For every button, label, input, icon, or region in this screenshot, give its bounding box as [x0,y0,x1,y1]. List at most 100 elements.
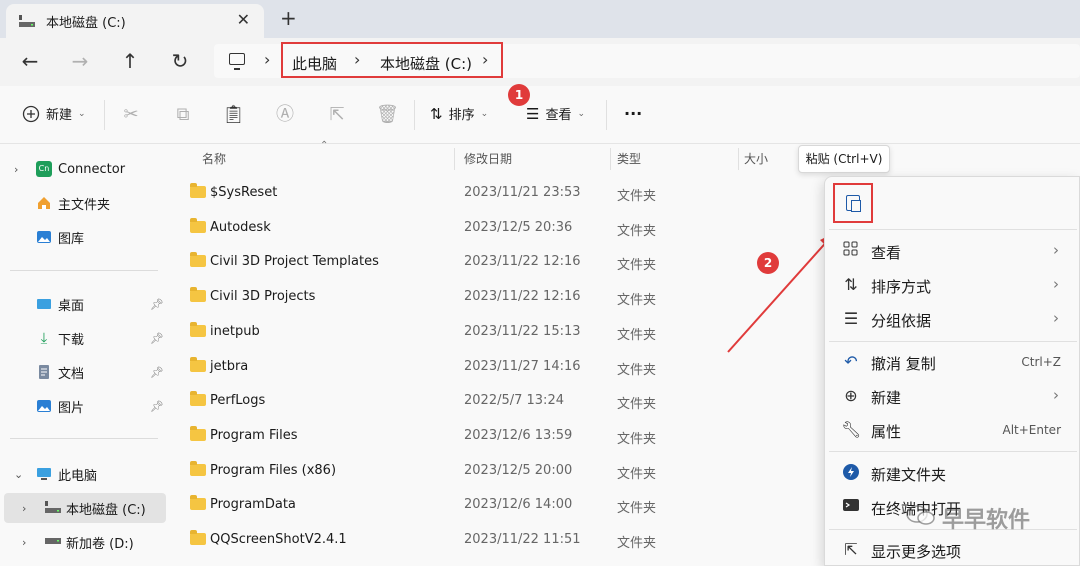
paste-tooltip: 粘贴 (Ctrl+V) [798,145,890,173]
file-name: ProgramData [210,497,296,513]
copy-icon[interactable]: ⧉ [172,104,194,126]
view-button[interactable]: ☰ 查看 ⌄ [526,104,585,124]
file-name: Program Files [210,427,298,443]
menu-item-view[interactable]: 查看 › [825,235,1080,267]
column-header-modified[interactable]: 修改日期 [464,150,512,167]
table-row[interactable]: ProgramData 2023/12/6 14:00 文件夹 [168,488,818,522]
chevron-down-icon[interactable]: ⌄ [14,468,23,481]
table-row[interactable]: Program Files (x86) 2023/12/5 20:00 文件夹 [168,454,818,488]
sort-label: 排序 [448,108,475,123]
wrench-icon: 🔧︎ [841,420,862,439]
pin-icon[interactable]: 📌︎ [150,298,164,311]
menu-item-new-folder[interactable]: 新建文件夹 [825,457,1080,489]
breadcrumb-this-pc[interactable]: 此电脑 [292,53,337,74]
table-row[interactable]: Program Files 2023/12/6 13:59 文件夹 [168,419,818,453]
column-separator[interactable] [610,148,611,170]
sort-button[interactable]: ⇅ 排序 ⌄ [430,104,489,124]
column-header-size[interactable]: 大小 [744,150,768,167]
chevron-right-icon[interactable]: › [14,163,18,176]
new-tab-button[interactable]: + [280,6,297,30]
menu-item-new[interactable]: ⊕ 新建 › [825,380,1080,412]
menu-item-group[interactable]: ☰ 分组依据 › [825,303,1080,335]
sidebar-item-label: 新加卷 (D:) [66,536,134,552]
divider [829,229,1077,230]
file-modified: 2023/11/22 12:16 [464,289,581,305]
file-modified: 2022/5/7 13:24 [464,393,564,409]
menu-item-properties[interactable]: 🔧︎ 属性 Alt+Enter [825,414,1080,446]
sidebar-item-new-volume-d[interactable]: › 新加卷 (D:) [0,527,168,557]
up-button[interactable]: ↑ [116,48,144,76]
column-separator[interactable] [738,148,739,170]
sidebar-item-downloads[interactable]: ⤓ 下载 📌︎ [0,323,168,353]
folder-icon [190,321,206,337]
table-row[interactable]: QQScreenShotV2.4.1 2023/11/22 11:51 文件夹 [168,523,818,557]
folder-icon [190,460,206,476]
folder-icon [190,252,206,268]
pin-icon[interactable]: 📌︎ [150,366,164,379]
back-button[interactable]: ← [16,48,44,76]
pin-icon[interactable]: 📌︎ [150,400,164,413]
share-icon[interactable]: ⇱ [326,104,348,126]
chevron-right-icon: › [354,50,361,69]
table-row[interactable]: $SysReset 2023/11/21 23:53 文件夹 [168,176,818,210]
menu-item-undo[interactable]: ↶ 撤消 复制 Ctrl+Z [825,346,1080,378]
file-modified: 2023/12/6 13:59 [464,427,573,443]
sidebar-item-connector[interactable]: › Cn Connector [0,154,168,184]
chevron-right-icon[interactable]: › [22,502,26,515]
delete-icon[interactable]: 🗑︎ [376,104,399,126]
pin-icon[interactable]: 📌︎ [150,332,164,345]
gallery-icon [36,229,52,245]
new-button[interactable]: 新建 ⌄ [22,104,86,123]
close-icon[interactable]: ✕ [237,10,250,29]
divider [10,270,158,271]
chevron-right-icon[interactable]: › [22,536,26,549]
file-name: Autodesk [210,219,271,235]
sidebar-item-pictures[interactable]: 图片 📌︎ [0,391,168,421]
file-name: jetbra [210,358,249,374]
column-header-type[interactable]: 类型 [617,150,641,167]
sidebar-item-gallery[interactable]: 图库 [0,222,168,252]
chevron-down-icon: ⌄ [480,108,489,119]
sidebar-item-home[interactable]: 主文件夹 [0,188,168,218]
tab-local-disk[interactable]: 本地磁盘 (C:) ✕ [6,4,264,38]
file-modified: 2023/11/22 15:13 [464,323,581,339]
sidebar-item-this-pc[interactable]: ⌄ 此电脑 [0,459,168,489]
menu-item-label: 新建文件夹 [871,466,947,484]
refresh-button[interactable]: ↻ [166,48,194,76]
paste-icon[interactable]: 📋︎ [222,104,245,126]
breadcrumb-local-disk[interactable]: 本地磁盘 (C:) [380,53,472,74]
drive-icon [18,14,36,28]
more-options-button[interactable]: ··· [624,104,642,123]
file-type: 文件夹 [617,501,657,517]
sort-icon: ⇅ [844,275,858,294]
column-separator[interactable] [454,148,455,170]
sidebar-item-label: 桌面 [58,298,85,314]
sidebar-item-label: 主文件夹 [58,197,111,213]
column-header-name[interactable]: 名称 [202,150,226,167]
folder-icon [190,217,206,233]
rename-icon[interactable]: Ⓐ [274,104,296,126]
chevron-right-icon[interactable]: › [482,50,488,69]
paste-button[interactable] [833,183,873,223]
wechat-icon [906,505,935,525]
watermark: 早早软件 [900,500,1060,533]
chevron-right-icon: › [264,50,271,69]
address-bar[interactable]: › 此电脑 › 本地磁盘 (C:) › [214,42,1080,78]
folder-icon [190,287,206,303]
menu-item-show-more[interactable]: ⇱ 显示更多选项 [825,534,1080,566]
menu-item-label: 查看 [871,244,902,262]
sidebar-item-desktop[interactable]: 桌面 📌︎ [0,289,168,319]
file-name: $SysReset [210,185,278,200]
file-modified: 2023/11/21 23:53 [464,185,581,200]
sidebar-item-documents[interactable]: 文档 📌︎ [0,357,168,387]
cut-icon[interactable]: ✂ [120,104,142,126]
group-list-icon: ☰ [843,309,859,328]
sidebar-item-local-disk-c[interactable]: › 本地磁盘 (C:) [4,493,166,523]
tab-bar: 本地磁盘 (C:) ✕ + [0,0,1080,38]
forward-button[interactable]: → [66,48,94,76]
plus-circle-icon [22,105,40,122]
step-badge-1: 1 [508,84,530,106]
menu-item-sort[interactable]: ⇅ 排序方式 › [825,269,1080,301]
watermark-text: 早早软件 [942,508,1031,533]
table-row[interactable]: PerfLogs 2022/5/7 13:24 文件夹 [168,384,818,418]
